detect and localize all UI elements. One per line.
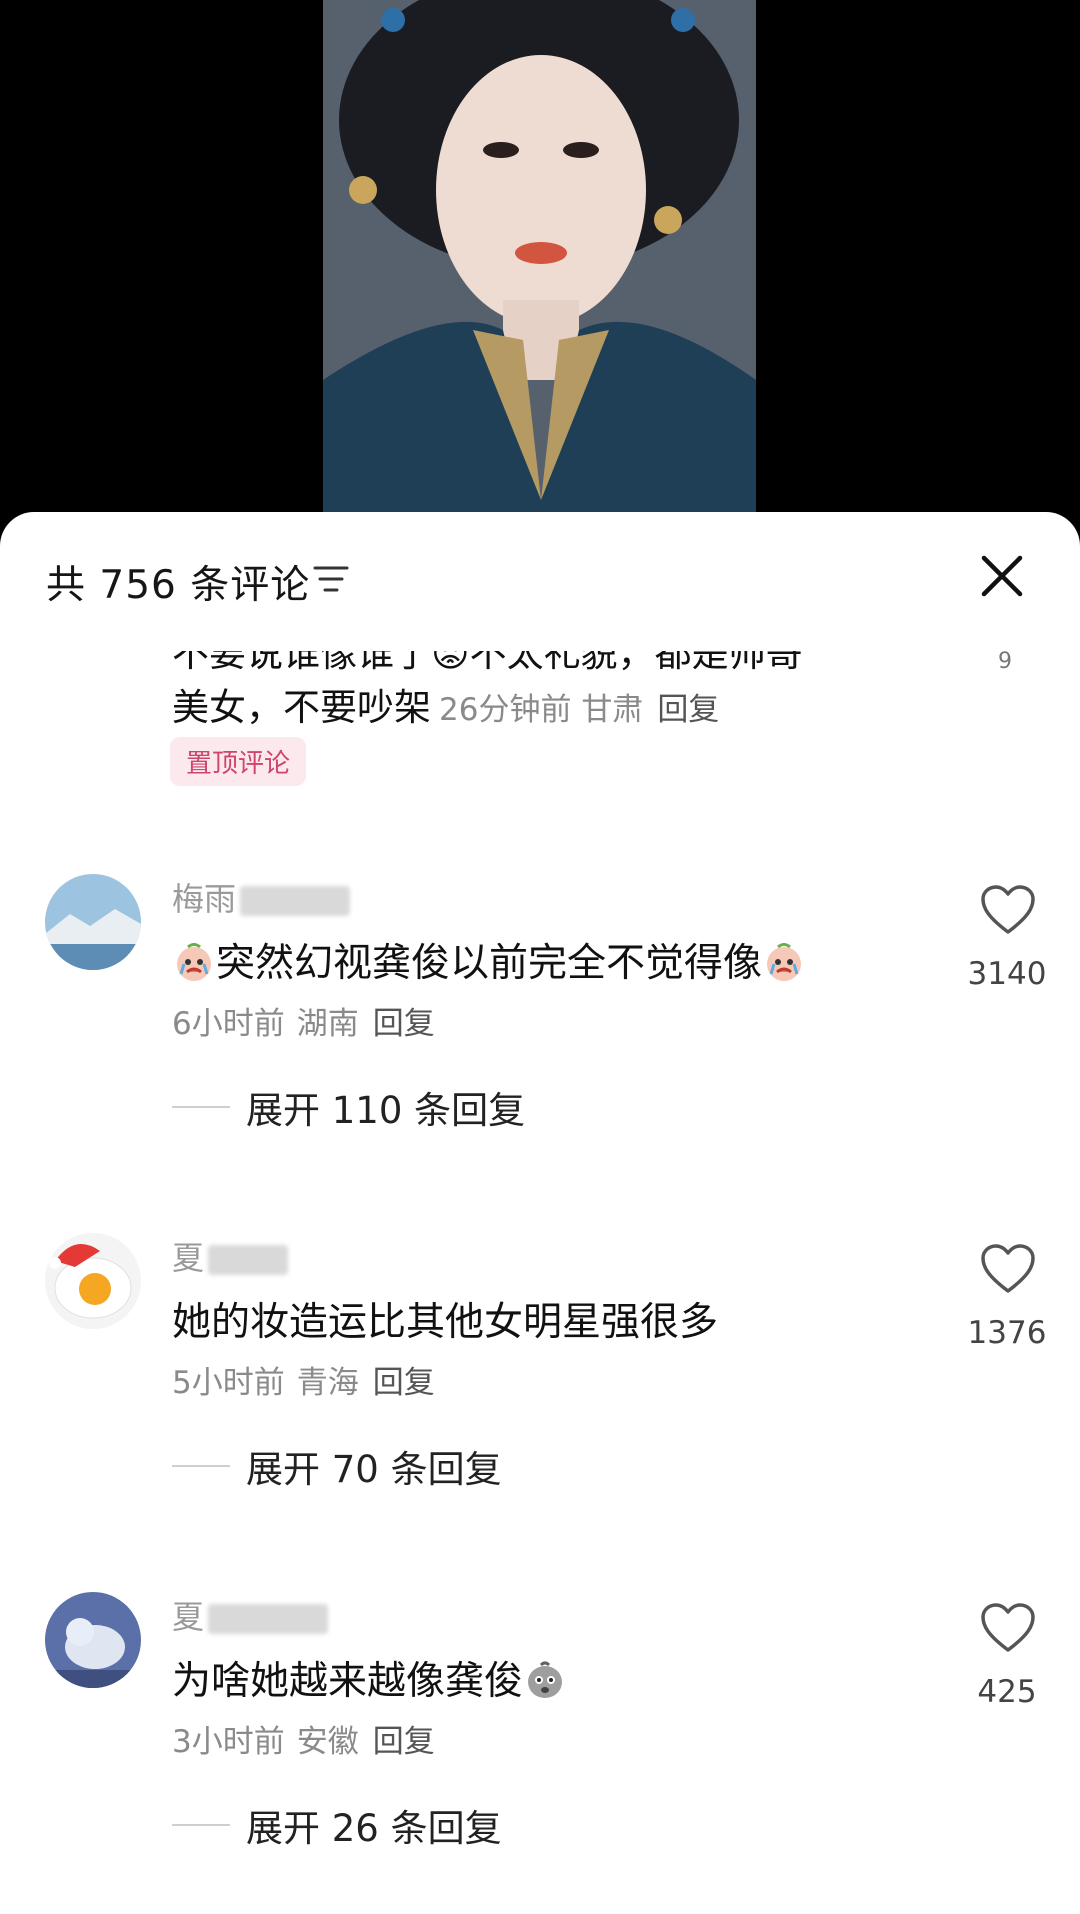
username[interactable]: 梅雨 <box>172 874 351 920</box>
pinned-comment-time: 26分钟前 <box>439 692 572 728</box>
divider <box>172 1106 230 1108</box>
video-preview[interactable] <box>0 0 1080 560</box>
comment-meta: 5小时前 青海 回复 <box>172 1357 435 1402</box>
comment-count-title: 共 756 条评论 <box>46 563 311 608</box>
avatar[interactable] <box>45 1233 141 1329</box>
comment-region: 青海 <box>296 1365 359 1401</box>
pinned-comment-body: 美女，不要吵架 26分钟前 甘肃 回复 <box>172 677 719 731</box>
comment-time: 6小时前 <box>172 1006 285 1042</box>
crying-emoji-icon <box>767 943 802 981</box>
expand-replies-button[interactable]: 展开 110 条回复 <box>172 1082 525 1132</box>
heart-icon[interactable] <box>980 884 1036 936</box>
pinned-comment: 不要说谁像谁了😡不太礼貌，都是帅哥 9 美女，不要吵架 26分钟前 甘肃 回复 置顶… <box>0 637 1080 837</box>
gray-face-emoji-icon <box>528 1661 563 1698</box>
like-count: 425 <box>977 1674 1037 1710</box>
comment-meta: 6小时前 湖南 回复 <box>172 998 435 1043</box>
divider <box>172 1824 230 1826</box>
comment-time: 5小时前 <box>172 1365 285 1401</box>
username[interactable]: 夏 <box>172 1592 329 1638</box>
comment-meta: 3小时前 安徽 回复 <box>172 1716 435 1761</box>
blurred-username <box>208 1604 329 1634</box>
reply-button[interactable]: 回复 <box>657 692 719 728</box>
pinned-comment-text: 美女，不要吵架 <box>172 686 431 729</box>
crying-emoji-icon <box>177 943 211 981</box>
heart-icon[interactable] <box>980 1602 1036 1654</box>
expand-replies-label: 展开 26 条回复 <box>246 1807 502 1850</box>
divider <box>172 1465 230 1467</box>
comment-sheet: 共 756 条评论 不要说谁像谁了😡不太礼貌，都是帅哥 9 美女，不要吵架 26分… <box>0 512 1080 1914</box>
comment-text: 她的妆造运比其他女明星强很多 <box>172 1300 719 1345</box>
comment-region: 湖南 <box>296 1006 359 1042</box>
video-thumbnail <box>323 0 756 520</box>
comment-region: 安徽 <box>296 1724 359 1760</box>
pinned-comment-region: 甘肃 <box>581 692 644 728</box>
close-icon[interactable] <box>978 552 1026 600</box>
expand-replies-label: 展开 70 条回复 <box>246 1448 502 1491</box>
comment-sheet-header: 共 756 条评论 <box>0 512 1080 637</box>
username[interactable]: 夏 <box>172 1233 289 1279</box>
pinned-badge: 置顶评论 <box>170 737 307 786</box>
pinned-like-count: 9 <box>998 649 1012 674</box>
like-count: 3140 <box>967 956 1047 992</box>
reply-button[interactable]: 回复 <box>373 1365 435 1401</box>
comment-text: 为啥她越来越像龚俊 <box>172 1650 567 1706</box>
expand-replies-button[interactable]: 展开 70 条回复 <box>172 1441 502 1491</box>
heart-icon[interactable] <box>980 1243 1036 1295</box>
reply-button[interactable]: 回复 <box>373 1006 435 1042</box>
sort-filter-icon[interactable] <box>313 564 349 594</box>
blurred-username <box>208 1245 289 1275</box>
reply-button[interactable]: 回复 <box>373 1724 435 1760</box>
like-count: 1376 <box>967 1315 1047 1351</box>
blurred-username <box>240 886 351 916</box>
comment-time: 3小时前 <box>172 1724 285 1760</box>
comment-text: 突然幻视龚俊以前完全不觉得像 <box>172 932 806 988</box>
avatar[interactable] <box>45 874 141 970</box>
avatar[interactable] <box>45 1592 141 1688</box>
expand-replies-button[interactable]: 展开 26 条回复 <box>172 1800 502 1850</box>
expand-replies-label: 展开 110 条回复 <box>246 1089 526 1132</box>
